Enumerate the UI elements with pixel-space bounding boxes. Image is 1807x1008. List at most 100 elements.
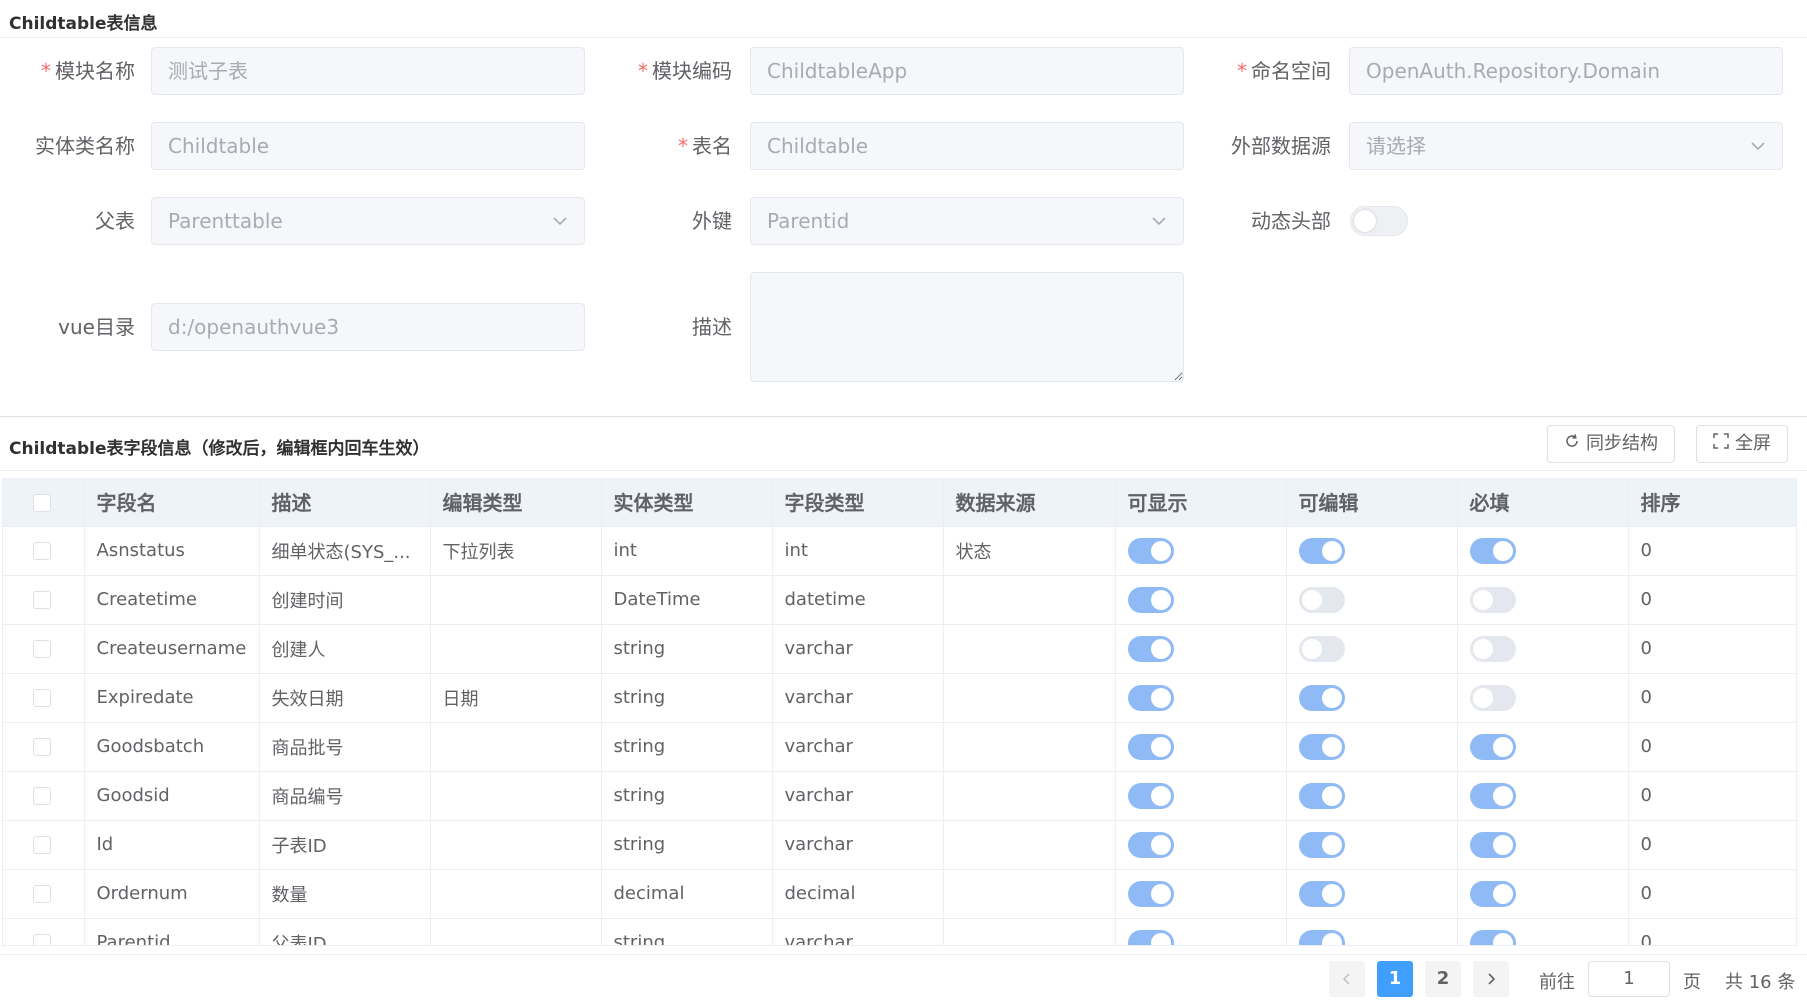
- source-cell[interactable]: [943, 771, 1116, 821]
- required-switch[interactable]: [1469, 684, 1516, 711]
- table-row[interactable]: Asnstatus 细单状态(SYS_... 下拉列表 int int 状态 0: [3, 526, 1796, 576]
- external-source-select[interactable]: 请选择: [1349, 122, 1783, 170]
- source-cell[interactable]: [943, 624, 1116, 674]
- editable-switch[interactable]: [1298, 684, 1345, 711]
- editable-switch[interactable]: [1298, 782, 1345, 809]
- entity-type-cell[interactable]: string: [601, 820, 773, 870]
- entity-type-cell[interactable]: int: [601, 526, 773, 576]
- entity-type-cell[interactable]: string: [601, 918, 773, 945]
- table-name-input[interactable]: Childtable: [750, 122, 1184, 170]
- entity-type-cell[interactable]: string: [601, 673, 773, 723]
- row-checkbox[interactable]: [33, 640, 51, 658]
- field-type-cell[interactable]: varchar: [772, 771, 944, 821]
- sort-cell[interactable]: 0: [1628, 722, 1796, 772]
- module-code-input[interactable]: ChildtableApp: [750, 47, 1184, 95]
- edit-type-cell[interactable]: [430, 820, 602, 870]
- field-desc-cell[interactable]: 细单状态(SYS_...: [259, 526, 431, 576]
- goto-page-input[interactable]: 1: [1588, 961, 1670, 997]
- sort-cell[interactable]: 0: [1628, 673, 1796, 723]
- edit-type-cell[interactable]: [430, 869, 602, 919]
- field-type-cell[interactable]: varchar: [772, 820, 944, 870]
- sort-cell[interactable]: 0: [1628, 526, 1796, 576]
- sort-cell[interactable]: 0: [1628, 869, 1796, 919]
- sort-cell[interactable]: 0: [1628, 918, 1796, 945]
- select-all-checkbox[interactable]: [33, 494, 51, 513]
- source-cell[interactable]: [943, 918, 1116, 945]
- sort-cell[interactable]: 0: [1628, 771, 1796, 821]
- required-switch[interactable]: [1469, 782, 1516, 809]
- editable-switch[interactable]: [1298, 586, 1345, 613]
- parent-table-select[interactable]: Parenttable: [151, 197, 585, 245]
- source-cell[interactable]: [943, 820, 1116, 870]
- field-desc-cell[interactable]: 父表ID: [259, 918, 431, 945]
- field-desc-cell[interactable]: 创建人: [259, 624, 431, 674]
- editable-switch[interactable]: [1298, 635, 1345, 662]
- editable-switch[interactable]: [1298, 831, 1345, 858]
- source-cell[interactable]: [943, 673, 1116, 723]
- field-name-cell[interactable]: Goodsid: [84, 771, 260, 821]
- entity-type-cell[interactable]: string: [601, 624, 773, 674]
- required-switch[interactable]: [1469, 880, 1516, 907]
- field-type-cell[interactable]: int: [772, 526, 944, 576]
- required-switch[interactable]: [1469, 537, 1516, 564]
- next-page-button[interactable]: [1473, 961, 1509, 997]
- prev-page-button[interactable]: [1329, 961, 1365, 997]
- show-switch[interactable]: [1127, 782, 1174, 809]
- entity-type-cell[interactable]: string: [601, 722, 773, 772]
- required-switch[interactable]: [1469, 635, 1516, 662]
- show-switch[interactable]: [1127, 880, 1174, 907]
- field-desc-cell[interactable]: 失效日期: [259, 673, 431, 723]
- namespace-input[interactable]: OpenAuth.Repository.Domain: [1349, 47, 1783, 95]
- field-name-cell[interactable]: Id: [84, 820, 260, 870]
- page-2-button[interactable]: 2: [1425, 961, 1461, 997]
- table-row[interactable]: Ordernum 数量 decimal decimal 0: [3, 869, 1796, 919]
- required-switch[interactable]: [1469, 831, 1516, 858]
- sort-cell[interactable]: 0: [1628, 575, 1796, 625]
- field-type-cell[interactable]: varchar: [772, 673, 944, 723]
- table-row[interactable]: Parentid 父表ID string varchar 0: [3, 918, 1796, 945]
- table-row[interactable]: Goodsbatch 商品批号 string varchar 0: [3, 722, 1796, 772]
- edit-type-cell[interactable]: [430, 771, 602, 821]
- table-row[interactable]: Expiredate 失效日期 日期 string varchar 0: [3, 673, 1796, 723]
- edit-type-cell[interactable]: 下拉列表: [430, 526, 602, 576]
- sort-cell[interactable]: 0: [1628, 624, 1796, 674]
- required-switch[interactable]: [1469, 929, 1516, 945]
- field-desc-cell[interactable]: 子表ID: [259, 820, 431, 870]
- table-row[interactable]: Goodsid 商品编号 string varchar 0: [3, 771, 1796, 821]
- source-cell[interactable]: [943, 575, 1116, 625]
- table-row[interactable]: Createtime 创建时间 DateTime datetime 0: [3, 575, 1796, 625]
- table-row[interactable]: Id 子表ID string varchar 0: [3, 820, 1796, 870]
- source-cell[interactable]: 状态: [943, 526, 1116, 576]
- field-name-cell[interactable]: Ordernum: [84, 869, 260, 919]
- sort-cell[interactable]: 0: [1628, 820, 1796, 870]
- show-switch[interactable]: [1127, 635, 1174, 662]
- field-type-cell[interactable]: varchar: [772, 722, 944, 772]
- table-row[interactable]: Createusername 创建人 string varchar 0: [3, 624, 1796, 674]
- row-checkbox[interactable]: [33, 738, 51, 756]
- row-checkbox[interactable]: [33, 787, 51, 805]
- foreign-key-select[interactable]: Parentid: [750, 197, 1184, 245]
- fullscreen-button[interactable]: 全屏: [1696, 425, 1788, 463]
- source-cell[interactable]: [943, 722, 1116, 772]
- field-type-cell[interactable]: varchar: [772, 624, 944, 674]
- vue-dir-input[interactable]: d:/openauthvue3: [151, 303, 585, 351]
- field-name-cell[interactable]: Createtime: [84, 575, 260, 625]
- sync-structure-button[interactable]: 同步结构: [1547, 425, 1675, 463]
- edit-type-cell[interactable]: [430, 575, 602, 625]
- entity-class-input[interactable]: Childtable: [151, 122, 585, 170]
- field-type-cell[interactable]: datetime: [772, 575, 944, 625]
- show-switch[interactable]: [1127, 537, 1174, 564]
- field-name-cell[interactable]: Asnstatus: [84, 526, 260, 576]
- field-desc-cell[interactable]: 数量: [259, 869, 431, 919]
- row-checkbox[interactable]: [33, 542, 51, 560]
- show-switch[interactable]: [1127, 831, 1174, 858]
- editable-switch[interactable]: [1298, 733, 1345, 760]
- dynamic-header-switch[interactable]: [1350, 206, 1408, 236]
- entity-type-cell[interactable]: string: [601, 771, 773, 821]
- edit-type-cell[interactable]: [430, 624, 602, 674]
- entity-type-cell[interactable]: DateTime: [601, 575, 773, 625]
- edit-type-cell[interactable]: 日期: [430, 673, 602, 723]
- show-switch[interactable]: [1127, 929, 1174, 945]
- row-checkbox[interactable]: [33, 689, 51, 707]
- required-switch[interactable]: [1469, 586, 1516, 613]
